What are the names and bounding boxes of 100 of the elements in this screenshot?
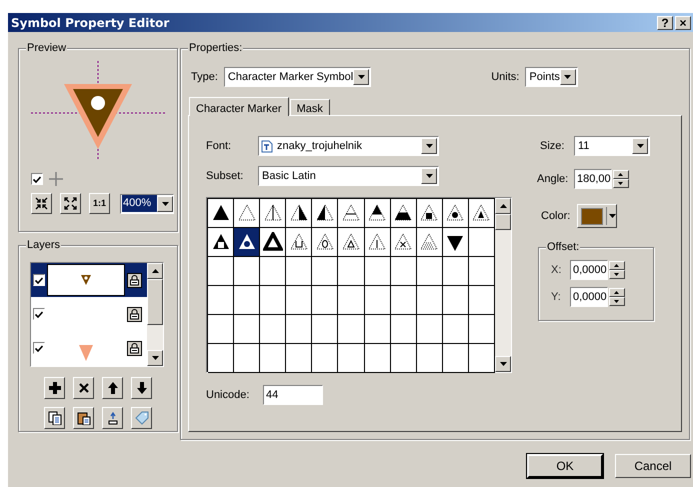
- glyph-cell[interactable]: [416, 228, 443, 257]
- scroll-thumb[interactable]: [147, 279, 163, 325]
- glyph-cell[interactable]: [286, 199, 312, 228]
- glyph-cell[interactable]: [390, 228, 417, 257]
- glyph-cell[interactable]: [364, 199, 391, 228]
- paste-button[interactable]: [73, 407, 94, 429]
- grid-cell[interactable]: [208, 286, 234, 315]
- grid-cell[interactable]: [442, 344, 469, 373]
- units-dropdown[interactable]: Points: [525, 67, 578, 87]
- grid-cell[interactable]: [286, 344, 312, 373]
- grid-cell[interactable]: [442, 257, 469, 286]
- grid-cell[interactable]: [390, 286, 417, 315]
- font-dropdown[interactable]: znaky_trojuhelnik: [258, 136, 439, 156]
- type-dropdown[interactable]: Character Marker Symbol: [224, 67, 372, 87]
- glyph-cell[interactable]: [208, 199, 234, 228]
- grid-cell[interactable]: [286, 257, 312, 286]
- tab[interactable]: Mask: [290, 99, 330, 115]
- layer-row[interactable]: [31, 263, 147, 297]
- glyph-cell[interactable]: [390, 199, 417, 228]
- glyph-cell[interactable]: [286, 228, 312, 257]
- grid-cell[interactable]: [234, 286, 260, 315]
- grid-cell[interactable]: [338, 286, 365, 315]
- grid-cell[interactable]: [390, 315, 417, 344]
- grid-cell[interactable]: [312, 257, 338, 286]
- spin-up-button[interactable]: [608, 261, 625, 270]
- grid-cell[interactable]: [442, 286, 469, 315]
- grid-cell[interactable]: [260, 344, 286, 373]
- grid-cell[interactable]: [208, 257, 234, 286]
- tab[interactable]: Character Marker: [189, 97, 289, 116]
- glyph-cell[interactable]: [338, 228, 365, 257]
- scrollbar[interactable]: [147, 263, 163, 366]
- add-button[interactable]: [44, 377, 65, 399]
- glyph-cell[interactable]: [338, 199, 365, 228]
- copy-button[interactable]: [44, 407, 65, 429]
- glyph-cell[interactable]: [442, 228, 469, 257]
- glyph-cell[interactable]: [416, 199, 443, 228]
- glyph-cell[interactable]: [260, 199, 286, 228]
- glyph-cell[interactable]: [312, 228, 338, 257]
- grid-cell[interactable]: [208, 315, 234, 344]
- grid-cell[interactable]: [234, 257, 260, 286]
- spin-down-button[interactable]: [608, 270, 625, 279]
- glyph-cell[interactable]: [442, 199, 469, 228]
- grid-cell[interactable]: [416, 286, 443, 315]
- close-button[interactable]: ×: [675, 16, 691, 30]
- grid-cell[interactable]: [442, 315, 469, 344]
- spin-up-button[interactable]: [612, 170, 629, 179]
- glyph-cell[interactable]: [312, 199, 338, 228]
- cancel-button[interactable]: Cancel: [615, 454, 691, 478]
- grid-cell[interactable]: [234, 315, 260, 344]
- grid-cell[interactable]: [312, 344, 338, 373]
- offset-x-field[interactable]: 0,0000: [570, 260, 608, 280]
- angle-field[interactable]: 180,00: [574, 169, 612, 189]
- grid-cell[interactable]: [312, 315, 338, 344]
- grid-cell[interactable]: [338, 257, 365, 286]
- grid-cell[interactable]: [260, 286, 286, 315]
- move-up-button[interactable]: [102, 377, 123, 399]
- reset-button[interactable]: [102, 407, 123, 429]
- color-button[interactable]: [577, 204, 617, 228]
- grid-cell[interactable]: [286, 315, 312, 344]
- grid-cell[interactable]: [364, 286, 391, 315]
- grid-cell[interactable]: [416, 315, 443, 344]
- grid-cell[interactable]: [260, 257, 286, 286]
- delete-button[interactable]: [73, 377, 94, 399]
- grid-cell[interactable]: [338, 315, 365, 344]
- zoom-out-button[interactable]: [60, 193, 81, 214]
- lock-icon[interactable]: [127, 340, 142, 356]
- checkbox[interactable]: [33, 274, 45, 286]
- scrollbar[interactable]: [495, 198, 511, 372]
- spin-up-button[interactable]: [608, 288, 625, 297]
- tag-button[interactable]: [131, 407, 152, 429]
- ok-button[interactable]: OK: [527, 454, 603, 478]
- scroll-thumb[interactable]: [495, 214, 511, 230]
- move-down-button[interactable]: [131, 377, 152, 399]
- subset-dropdown[interactable]: Basic Latin: [258, 166, 439, 186]
- grid-cell[interactable]: [364, 344, 391, 373]
- grid-cell[interactable]: [416, 344, 443, 373]
- offset-y-field[interactable]: 0,0000: [570, 287, 608, 307]
- grid-cell[interactable]: [234, 344, 260, 373]
- actual-size-button[interactable]: 1:1: [89, 193, 110, 214]
- unicode-field[interactable]: 44: [263, 385, 323, 405]
- glyph-cell[interactable]: [234, 228, 260, 257]
- grid-cell[interactable]: [364, 257, 391, 286]
- glyph-cell[interactable]: [260, 228, 286, 257]
- zoom-dropdown[interactable]: 400%: [120, 194, 174, 214]
- spin-down-button[interactable]: [612, 179, 629, 188]
- grid-cell[interactable]: [364, 315, 391, 344]
- grid-cell[interactable]: [208, 344, 234, 373]
- grid-cell[interactable]: [312, 286, 338, 315]
- checkbox[interactable]: [31, 173, 43, 185]
- grid-cell[interactable]: [260, 315, 286, 344]
- grid-cell[interactable]: [286, 286, 312, 315]
- lock-icon[interactable]: [127, 272, 142, 288]
- spin-down-button[interactable]: [608, 297, 625, 306]
- grid-cell[interactable]: [338, 344, 365, 373]
- glyph-cell[interactable]: [364, 228, 391, 257]
- size-dropdown[interactable]: 11: [574, 136, 650, 156]
- grid-cell[interactable]: [390, 344, 417, 373]
- zoom-in-button[interactable]: [31, 193, 52, 214]
- lock-icon[interactable]: [127, 306, 142, 322]
- help-button[interactable]: ?: [657, 16, 673, 30]
